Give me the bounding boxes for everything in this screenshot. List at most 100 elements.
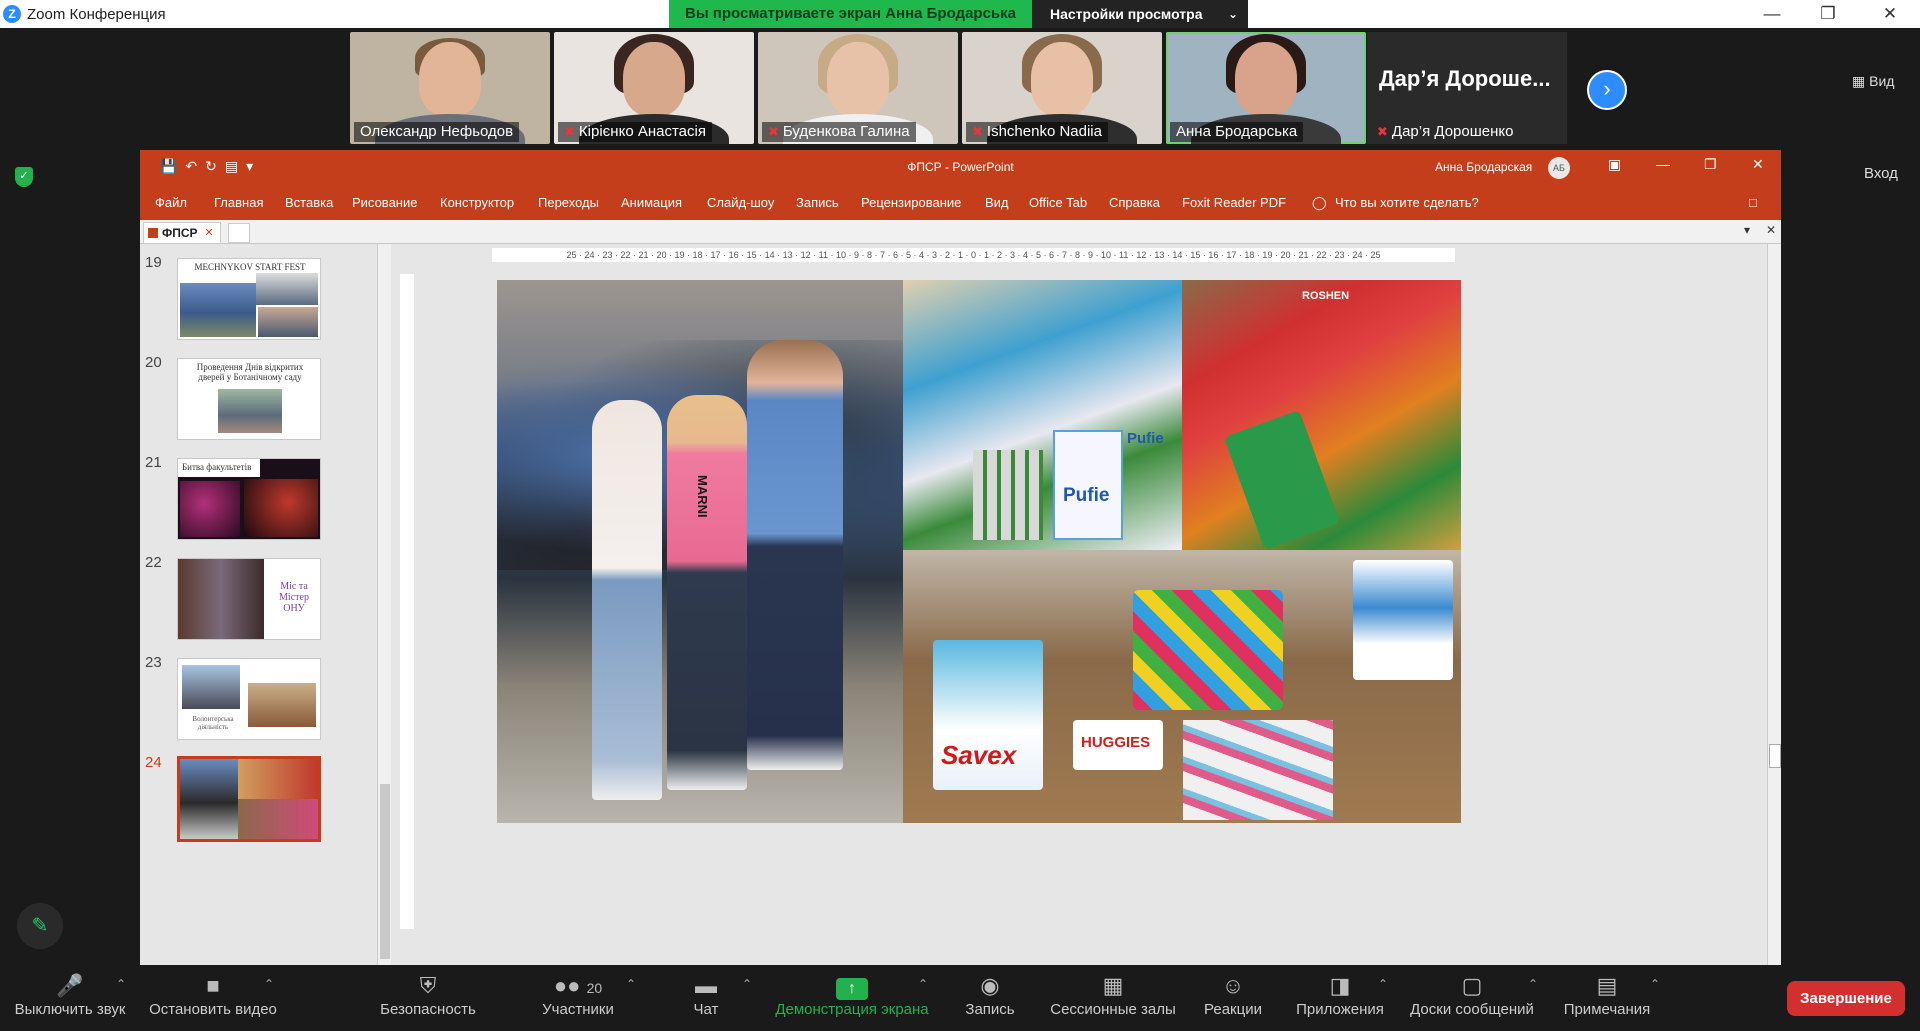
security-button[interactable]: ⛨ Безопасность: [378, 965, 478, 1031]
tell-me-search[interactable]: Что вы хотите сделать?: [1335, 195, 1479, 210]
chat-button[interactable]: ▬ Чат ⌃: [686, 965, 753, 1031]
ppt-close-icon[interactable]: ✕: [1752, 156, 1764, 173]
share-screen-button[interactable]: ↑ Демонстрация экрана ⌃: [772, 965, 932, 1031]
ribbon-tab-review[interactable]: Рецензирование: [861, 195, 961, 210]
apps-button[interactable]: ◨ Приложения ⌃: [1290, 965, 1390, 1031]
ribbon-tab-foxit[interactable]: Foxit Reader PDF: [1182, 195, 1286, 210]
view-settings-label: Настройки просмотра: [1050, 6, 1203, 22]
chevron-up-icon[interactable]: ⌃: [264, 977, 274, 991]
slide-thumbnail-panel: 19 MECHNYKOV START FEST 20 Проведення Дн…: [140, 244, 380, 965]
whiteboards-button[interactable]: ▢ Доски сообщений ⌃: [1404, 965, 1540, 1031]
share-screen-icon: ↑: [836, 978, 868, 1000]
ppt-user-avatar[interactable]: АБ: [1548, 157, 1570, 179]
share-banner: Вы просматриваете экран Анна Бродарська: [669, 0, 1032, 28]
new-tab-button[interactable]: [228, 223, 250, 243]
ribbon-tab-transitions[interactable]: Переходы: [538, 195, 599, 210]
slide-thumbnail-19[interactable]: MECHNYKOV START FEST: [177, 258, 321, 340]
participant-name: Анна Бродарська: [1170, 122, 1304, 142]
tab-close-all-icon[interactable]: ✕: [1766, 223, 1776, 237]
person-middle: MARNI: [667, 395, 747, 790]
app-title: Zoom Конференция: [27, 6, 166, 23]
notes-button[interactable]: ▤ Примечания ⌃: [1560, 965, 1660, 1031]
apps-icon: ◨: [1329, 973, 1351, 998]
slide-thumbnail-21[interactable]: Битва факультетів: [177, 458, 321, 540]
comments-icon[interactable]: □: [1749, 195, 1757, 210]
restore-icon[interactable]: ❐: [1800, 0, 1856, 28]
record-button[interactable]: ◉ Запись: [960, 965, 1020, 1031]
ribbon-tab-home[interactable]: Главная: [214, 195, 263, 210]
participant-name: ✖ Кірієнко Анастасія: [558, 122, 712, 142]
slide-thumbnail-23[interactable]: Волонтерська діяльність: [177, 658, 321, 740]
ribbon-tab-draw[interactable]: Рисование: [352, 195, 417, 210]
person-right: [747, 340, 843, 770]
stop-video-button[interactable]: ■ Остановить видео ⌃: [147, 965, 279, 1031]
slide-thumbnail-22[interactable]: Міс та Містер ОНУ: [177, 558, 321, 640]
slide-scrollbar[interactable]: [1767, 244, 1781, 965]
zoom-logo-icon: Z: [3, 5, 21, 23]
ribbon-tab-file[interactable]: Файл: [155, 195, 187, 210]
ribbon-tab-animations[interactable]: Анимация: [621, 195, 682, 210]
video-tile-active-speaker[interactable]: Анна Бродарська: [1166, 32, 1366, 144]
title-bar: Z Zoom Конференция Вы просматриваете экр…: [0, 0, 1920, 28]
ribbon-tab-view[interactable]: Вид: [985, 195, 1009, 210]
slide-number-current: 24: [145, 754, 162, 771]
slide-thumbnail-24-selected[interactable]: [177, 756, 321, 842]
ribbon-tab-insert[interactable]: Вставка: [285, 195, 333, 210]
annotate-pen-icon[interactable]: ✎: [17, 903, 63, 949]
chevron-up-icon[interactable]: ⌃: [742, 977, 752, 991]
chevron-up-icon[interactable]: ⌃: [1528, 977, 1538, 991]
ribbon-tab-help[interactable]: Справка: [1109, 195, 1160, 210]
chevron-up-icon[interactable]: ⌃: [626, 977, 636, 991]
slide-thumbnail-20[interactable]: Проведення Днів відкритих дверей у Ботан…: [177, 358, 321, 440]
chevron-up-icon[interactable]: ⌃: [1650, 977, 1660, 991]
mute-button[interactable]: 🎤 Выключить звук ⌃: [10, 965, 130, 1031]
video-tile[interactable]: ✖ Буденкова Галина: [758, 32, 958, 144]
ppt-restore-icon[interactable]: ❐: [1704, 156, 1717, 173]
video-tile-name-only[interactable]: Дар’я Дороше... ✖ Дар’я Дорошенко: [1367, 32, 1567, 144]
close-icon[interactable]: ✕: [1862, 0, 1918, 28]
video-tile[interactable]: ✖ Кірієнко Анастасія: [554, 32, 754, 144]
tab-list-dropdown-icon[interactable]: ▾: [1744, 223, 1750, 237]
scroll-thumb[interactable]: [1769, 744, 1781, 768]
end-meeting-button[interactable]: Завершение: [1787, 981, 1905, 1016]
chevron-up-icon[interactable]: ⌃: [918, 977, 928, 991]
avatar: [827, 42, 889, 116]
zoom-window: Z Zoom Конференция Вы просматриваете экр…: [0, 0, 1920, 1031]
breakout-rooms-button[interactable]: ▦ Сессионные залы: [1048, 965, 1178, 1031]
doc-tab-close-icon[interactable]: ✕: [204, 223, 213, 243]
grid-icon: ▦: [1852, 73, 1866, 89]
mic-off-icon: ✖: [768, 124, 779, 139]
enter-button[interactable]: Вход: [1864, 165, 1898, 182]
participants-button[interactable]: ●● 20 Участники ⌃: [528, 965, 636, 1031]
gallery-next-button[interactable]: ›: [1587, 70, 1627, 110]
ribbon-tab-design[interactable]: Конструктор: [440, 195, 514, 210]
chevron-up-icon[interactable]: ⌃: [116, 977, 126, 991]
minimize-icon[interactable]: —: [1744, 0, 1800, 28]
view-button[interactable]: ▦ Вид: [1852, 73, 1894, 90]
slide-number: 23: [145, 654, 162, 671]
office-tab-bar: ФПСР ✕ ▾ ✕: [140, 220, 1781, 244]
video-tile[interactable]: Олександр Нефьодов: [350, 32, 550, 144]
thumbnail-scrollbar[interactable]: [377, 244, 391, 965]
doc-tab-fpsr[interactable]: ФПСР ✕: [143, 222, 221, 243]
current-slide[interactable]: MARNI Pufie Pufie ROSHEN Savex HUGGIES: [497, 280, 1461, 823]
emoji-icon: ☺: [1221, 973, 1245, 998]
ribbon-display-icon[interactable]: ▣: [1608, 156, 1621, 173]
video-tile[interactable]: ✖ Ishchenko Nadiia: [962, 32, 1162, 144]
ribbon-tab-office-tab[interactable]: Office Tab: [1029, 195, 1087, 210]
reactions-button[interactable]: ☺ Реакции: [1200, 965, 1266, 1031]
slide-number: 21: [145, 454, 162, 471]
whiteboard-icon: ▢: [1461, 973, 1483, 998]
ppt-doc-title: ФПСР - PowerPoint: [907, 160, 1014, 174]
view-settings-button[interactable]: Настройки просмотра ⌄: [1032, 0, 1248, 28]
mic-off-icon: ✖: [972, 124, 983, 139]
ribbon-tab-slideshow[interactable]: Слайд-шоу: [707, 195, 774, 210]
ribbon-tab-record[interactable]: Запись: [796, 195, 839, 210]
chat-icon: ▬: [695, 973, 717, 998]
shield-icon: ⛨: [419, 973, 437, 998]
participants-icon: ●● 20: [553, 973, 603, 998]
chevron-down-icon: ⌄: [1227, 7, 1238, 21]
ppt-minimize-icon[interactable]: —: [1656, 156, 1670, 172]
encryption-shield-icon[interactable]: ✓: [15, 167, 33, 187]
chevron-up-icon[interactable]: ⌃: [1378, 977, 1388, 991]
